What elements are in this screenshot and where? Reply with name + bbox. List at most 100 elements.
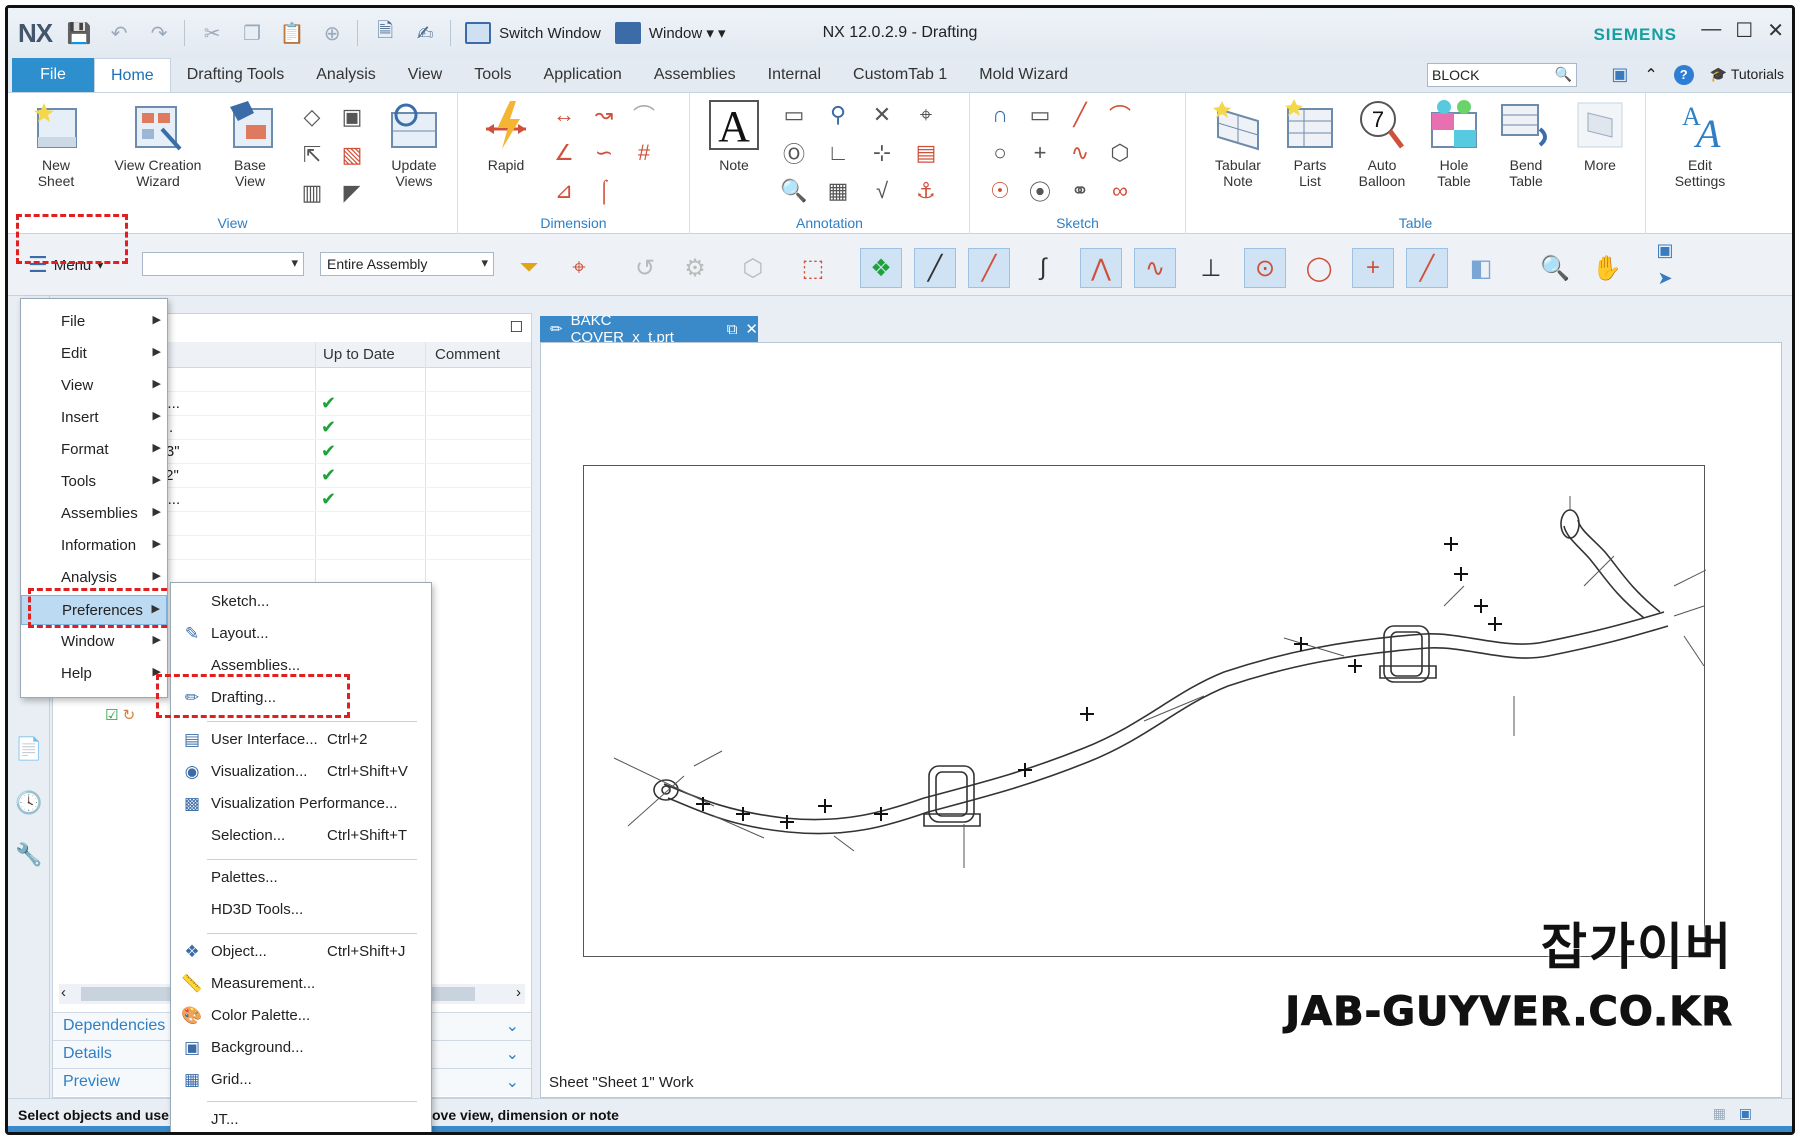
radial-dimension-icon[interactable]: ↝: [590, 101, 618, 129]
more-button[interactable]: More: [1560, 99, 1640, 173]
point-on-surface-icon[interactable]: ◧: [1460, 248, 1502, 288]
end-point-icon[interactable]: ╱: [914, 248, 956, 288]
circle-icon[interactable]: ○: [986, 139, 1014, 167]
switch-window-button[interactable]: Switch Window: [465, 22, 601, 44]
window-menu-button[interactable]: Window ▾ ▾: [614, 22, 726, 44]
fillet-icon[interactable]: ☉: [986, 177, 1014, 205]
menu-item-preferences[interactable]: Preferences ▶: [21, 595, 167, 625]
feature-control-frame-icon[interactable]: ▭: [780, 101, 808, 129]
datum-feature-symbol-icon[interactable]: ⚲: [824, 101, 852, 129]
tree-checkbox-row[interactable]: ☑ ↻: [105, 706, 135, 724]
column-comment[interactable]: Comment: [435, 346, 500, 363]
control-point-icon[interactable]: ∫: [1022, 248, 1064, 288]
tangent-point-icon[interactable]: ◯: [1298, 248, 1340, 288]
view-boundary-icon[interactable]: ◤: [338, 179, 366, 207]
broken-out-section-icon[interactable]: ▥: [298, 179, 326, 207]
scroll-right-icon[interactable]: ›: [516, 984, 521, 1001]
pref-object-item[interactable]: ❖ Object... Ctrl+Shift+J: [171, 937, 431, 967]
help-icon[interactable]: ?: [1673, 64, 1694, 85]
menu-item-help[interactable]: Help ▶: [21, 659, 167, 689]
tab-view[interactable]: View: [392, 58, 458, 92]
menu-button[interactable]: ☰ Menu ▾: [20, 247, 128, 283]
roles-icon[interactable]: 🔧: [15, 842, 42, 868]
pref-measurement-item[interactable]: 📏 Measurement...: [171, 969, 431, 999]
pref-color-palette-item[interactable]: 🎨 Color Palette...: [171, 1001, 431, 1031]
thickness-dimension-icon[interactable]: ⊿: [550, 177, 578, 205]
undock-icon[interactable]: ⧉: [727, 321, 738, 338]
trim-icon[interactable]: ⦿: [1026, 177, 1054, 205]
pref-sketch-item[interactable]: Sketch...: [171, 587, 431, 617]
fit-icon[interactable]: ▣: [1644, 238, 1686, 262]
menu-item-edit[interactable]: Edit ▶: [21, 339, 167, 369]
tab-mold-wizard[interactable]: Mold Wizard: [963, 58, 1084, 92]
edit-settings-button[interactable]: AA Edit Settings: [1660, 99, 1740, 189]
pref-user-interface-item[interactable]: ▤ User Interface... Ctrl+2: [171, 725, 431, 755]
cut-icon[interactable]: ✂: [199, 20, 225, 46]
tutorials-button[interactable]: 🎓 Tutorials: [1710, 66, 1784, 83]
mid-point-icon[interactable]: ╱: [968, 248, 1010, 288]
maximize-panel-icon[interactable]: ☐: [510, 318, 523, 336]
linear-dimension-icon[interactable]: ↔: [550, 101, 578, 129]
break-view-icon[interactable]: ▧: [338, 141, 366, 169]
redo-icon[interactable]: ↷: [146, 20, 172, 46]
pref-hd3d-tools-item[interactable]: HD3D Tools...: [171, 895, 431, 925]
collapse-ribbon-icon[interactable]: ⌃: [1644, 65, 1657, 85]
bend-table-button[interactable]: Bend Table: [1486, 99, 1566, 189]
hole-table-button[interactable]: Hole Table: [1414, 99, 1494, 189]
pref-background-item[interactable]: ▣ Background...: [171, 1033, 431, 1063]
datum-target-icon[interactable]: Ⓞ: [780, 139, 808, 167]
select-feature-icon[interactable]: ⚙: [674, 248, 716, 288]
web-browser-icon[interactable]: 📄: [15, 736, 42, 762]
image-icon[interactable]: ▦: [824, 177, 852, 205]
view-creation-wizard-button[interactable]: View Creation Wizard: [108, 99, 208, 189]
column-up-to-date[interactable]: Up to Date: [323, 346, 395, 363]
menu-item-tools[interactable]: Tools ▶: [21, 467, 167, 497]
rectangle-icon[interactable]: ▭: [1026, 101, 1054, 129]
checkbox-icon[interactable]: ☑: [105, 707, 118, 724]
pref-assemblies-item[interactable]: Assemblies...: [171, 651, 431, 681]
target-point-icon[interactable]: ⚓: [912, 177, 940, 205]
menu-item-view[interactable]: View ▶: [21, 371, 167, 401]
menu-item-assemblies[interactable]: Assemblies ▶: [21, 499, 167, 529]
enable-snap-point-icon[interactable]: ❖: [860, 248, 902, 288]
centerline-icon[interactable]: ⊹: [868, 139, 896, 167]
arc-length-icon[interactable]: ⌒: [630, 101, 658, 129]
offset-curve-icon[interactable]: ⚭: [1066, 177, 1094, 205]
update-views-button[interactable]: Update Views: [374, 99, 454, 189]
perimeter-dimension-icon[interactable]: ⌠: [590, 177, 618, 205]
copy-icon[interactable]: ❐: [239, 20, 265, 46]
save-icon[interactable]: 💾: [66, 20, 92, 46]
point-on-curve-icon[interactable]: ╱: [1406, 248, 1448, 288]
new-sheet-button[interactable]: New Sheet: [16, 99, 96, 189]
tabular-note-button[interactable]: Tabular Note: [1198, 99, 1278, 189]
pref-selection-item[interactable]: Selection... Ctrl+Shift+T: [171, 821, 431, 851]
tab-home[interactable]: Home: [94, 58, 171, 92]
pref-grid-item[interactable]: ▦ Grid...: [171, 1065, 431, 1095]
weld-symbol-icon[interactable]: √: [868, 177, 896, 205]
zoom-fit-icon[interactable]: 🔍: [1534, 248, 1576, 288]
menu-item-analysis[interactable]: Analysis ▶: [21, 563, 167, 593]
undo-icon[interactable]: ↶: [106, 20, 132, 46]
pref-layout-item[interactable]: ✎ Layout...: [171, 619, 431, 649]
menu-item-information[interactable]: Information ▶: [21, 531, 167, 561]
tab-analysis[interactable]: Analysis: [300, 58, 392, 92]
line-icon[interactable]: ╱: [1066, 101, 1094, 129]
general-selection-filter-icon[interactable]: ⏷: [508, 248, 550, 288]
section-view-icon[interactable]: ▣: [338, 103, 366, 131]
circle-center-icon[interactable]: ⊙: [1244, 248, 1286, 288]
selection-scope-select[interactable]: Entire Assembly: [320, 252, 494, 276]
menu-item-format[interactable]: Format ▶: [21, 435, 167, 465]
polygon-icon[interactable]: ⬡: [1106, 139, 1134, 167]
arc-center-icon[interactable]: ∿: [1134, 248, 1176, 288]
pref-visualization-item[interactable]: ◉ Visualization... Ctrl+Shift+V: [171, 757, 431, 787]
tab-drafting-tools[interactable]: Drafting Tools: [171, 58, 301, 92]
intersection-point-icon[interactable]: ⋀: [1080, 248, 1122, 288]
arc-icon[interactable]: ⌒: [1106, 101, 1134, 129]
intersection-symbol-icon[interactable]: ✕: [868, 101, 896, 129]
profile-icon[interactable]: ∩: [986, 101, 1014, 129]
ordinate-dimension-icon[interactable]: #: [630, 139, 658, 167]
existing-point-icon[interactable]: +: [1352, 248, 1394, 288]
scroll-left-icon[interactable]: ‹: [61, 984, 66, 1001]
tab-tools[interactable]: Tools: [458, 58, 527, 92]
touch-mode-icon[interactable]: ✍: [412, 20, 438, 46]
